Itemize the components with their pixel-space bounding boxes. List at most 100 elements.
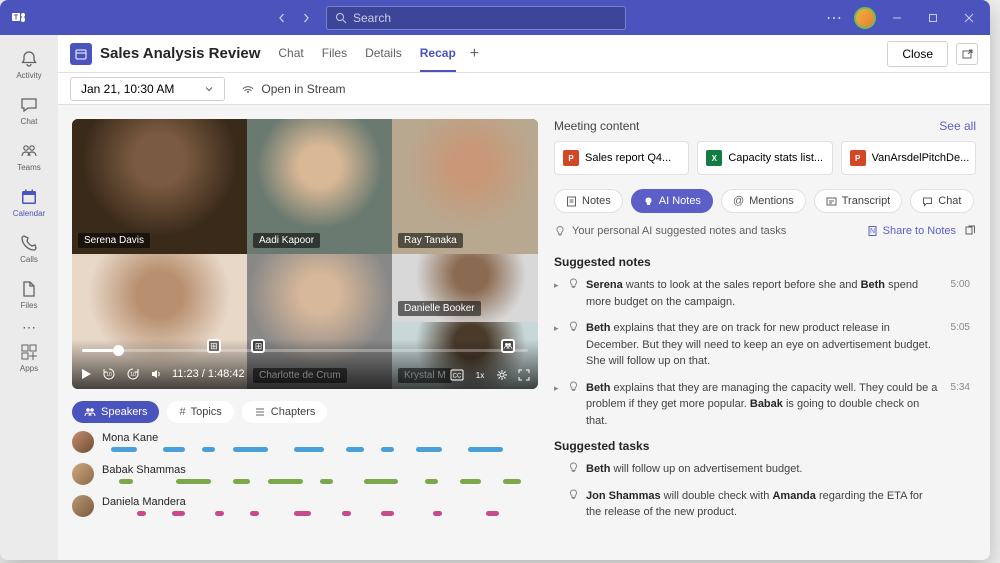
suggested-task[interactable]: Jon Shammas will double check with Amand…	[554, 488, 970, 521]
rail-apps[interactable]: Apps	[4, 338, 54, 376]
open-in-stream-link[interactable]: Open in Stream	[241, 82, 345, 96]
suggested-note[interactable]: ▸Beth explains that they are on track fo…	[554, 320, 970, 370]
ai-subtitle: Your personal AI suggested notes and tas…	[572, 225, 786, 237]
participant-name: Ray Tanaka	[398, 233, 463, 248]
suggested-task[interactable]: Beth will follow up on advertisement bud…	[554, 461, 970, 478]
suggested-note[interactable]: ▸Beth explains that they are managing th…	[554, 380, 970, 430]
participant-name: Serena Davis	[78, 233, 150, 248]
speaker-timeline[interactable]	[102, 447, 538, 452]
note-timestamp[interactable]: 5:00	[951, 277, 970, 292]
apps-icon	[19, 342, 39, 362]
page-header: Sales Analysis Review Chat Files Details Re…	[58, 35, 990, 73]
avatar	[72, 463, 94, 485]
forward-10-button[interactable]: 10	[126, 367, 140, 381]
expand-caret[interactable]: ▸	[554, 277, 564, 310]
minimize-button[interactable]	[882, 3, 912, 33]
tab-recap[interactable]: Recap	[420, 36, 456, 72]
lightbulb-icon	[554, 225, 566, 237]
lightbulb-icon	[568, 488, 582, 521]
rail-files[interactable]: Files	[4, 275, 54, 313]
files-icon	[19, 279, 39, 299]
tab-chat[interactable]: Chat	[278, 36, 303, 72]
file-icon: P	[563, 150, 579, 166]
forward-button[interactable]	[296, 6, 316, 30]
rail-activity[interactable]: Activity	[4, 45, 54, 83]
chapters-chip[interactable]: Chapters	[242, 401, 328, 423]
svg-text:T: T	[14, 14, 19, 21]
back-button[interactable]	[272, 6, 292, 30]
pop-out-button[interactable]	[956, 43, 978, 65]
video-tile: Ray Tanaka	[392, 119, 538, 254]
settings-button[interactable]	[496, 369, 508, 381]
expand-caret[interactable]: ▸	[554, 320, 564, 370]
meeting-content-title: Meeting content	[554, 119, 639, 133]
expand-caret[interactable]: ▸	[554, 380, 564, 430]
tab-details[interactable]: Details	[365, 36, 402, 72]
play-button[interactable]	[80, 368, 92, 380]
video-time: 11:23 / 1:48:42	[172, 368, 245, 380]
rail-calendar[interactable]: Calendar	[4, 183, 54, 221]
suggested-note[interactable]: ▸Serena wants to look at the sales repor…	[554, 277, 970, 310]
file-card[interactable]: PVanArsdelPitchDe...	[841, 141, 976, 175]
suggested-notes-title: Suggested notes	[554, 255, 970, 269]
topics-chip[interactable]: #Topics	[167, 401, 233, 423]
stream-icon	[241, 82, 255, 96]
video-recap-player[interactable]: Serena DavisAadi KapoorRay TanakaCharlot…	[72, 119, 538, 389]
video-marker[interactable]: ⊞	[251, 339, 265, 353]
tab-files[interactable]: Files	[322, 36, 347, 72]
file-card[interactable]: XCapacity stats list...	[697, 141, 832, 175]
fullscreen-button[interactable]	[518, 369, 530, 381]
speaker-name: Mona Kane	[102, 432, 538, 444]
playback-speed-button[interactable]: 1x	[474, 369, 486, 381]
meeting-title: Sales Analysis Review	[100, 45, 260, 62]
speaker-row[interactable]: Daniela Mandera	[72, 495, 538, 517]
lightbulb-icon	[568, 320, 582, 370]
maximize-button[interactable]	[918, 3, 948, 33]
speaker-row[interactable]: Mona Kane	[72, 431, 538, 453]
add-tab-button[interactable]: +	[470, 45, 479, 63]
note-timestamp[interactable]: 5:05	[951, 320, 970, 335]
rail-more[interactable]: ⋯	[17, 325, 41, 326]
speaker-timeline[interactable]	[102, 511, 538, 516]
rail-teams[interactable]: Teams	[4, 137, 54, 175]
video-tile: Serena Davis	[72, 119, 247, 254]
file-label: VanArsdelPitchDe...	[872, 152, 970, 164]
video-scrubber[interactable]: ⊞ ⊞	[82, 349, 528, 352]
copy-button[interactable]	[964, 225, 976, 237]
file-card[interactable]: PSales report Q4...	[554, 141, 689, 175]
close-button[interactable]: Close	[887, 41, 948, 67]
lightbulb-icon	[568, 380, 582, 430]
app-rail: Activity Chat Teams Calendar Calls Files ⋯ Apps	[0, 35, 58, 560]
search-input[interactable]: Search	[326, 6, 626, 30]
rewind-10-button[interactable]: 10	[102, 367, 116, 381]
rail-calls[interactable]: Calls	[4, 229, 54, 267]
date-dropdown[interactable]: Jan 21, 10:30 AM	[70, 77, 225, 101]
notes-pill[interactable]: Notes	[554, 189, 623, 213]
rail-chat[interactable]: Chat	[4, 91, 54, 129]
video-marker-people[interactable]	[501, 339, 515, 353]
search-icon	[335, 12, 347, 24]
svg-text:N: N	[870, 228, 875, 235]
avatar	[72, 495, 94, 517]
calendar-icon	[70, 43, 92, 65]
calendar-icon	[19, 187, 39, 207]
transcript-pill[interactable]: Transcript	[814, 189, 903, 213]
bell-icon	[19, 49, 39, 69]
chat-pill[interactable]: Chat	[910, 189, 973, 213]
calls-icon	[19, 233, 39, 253]
close-window-button[interactable]	[954, 3, 984, 33]
speaker-timeline[interactable]	[102, 479, 538, 484]
captions-button[interactable]: CC	[450, 369, 464, 381]
speaker-name: Babak Shammas	[102, 464, 538, 476]
see-all-link[interactable]: See all	[939, 119, 976, 133]
user-avatar[interactable]	[854, 7, 876, 29]
mentions-pill[interactable]: @Mentions	[721, 189, 806, 213]
note-timestamp[interactable]: 5:34	[951, 380, 970, 395]
speakers-chip[interactable]: Speakers	[72, 401, 159, 423]
share-to-notes-link[interactable]: NShare to Notes	[867, 225, 956, 237]
volume-button[interactable]	[150, 368, 162, 380]
speaker-row[interactable]: Babak Shammas	[72, 463, 538, 485]
more-button[interactable]: ⋯	[820, 8, 848, 28]
ai-notes-pill[interactable]: AI Notes	[631, 189, 713, 213]
video-marker[interactable]: ⊞	[207, 339, 221, 353]
